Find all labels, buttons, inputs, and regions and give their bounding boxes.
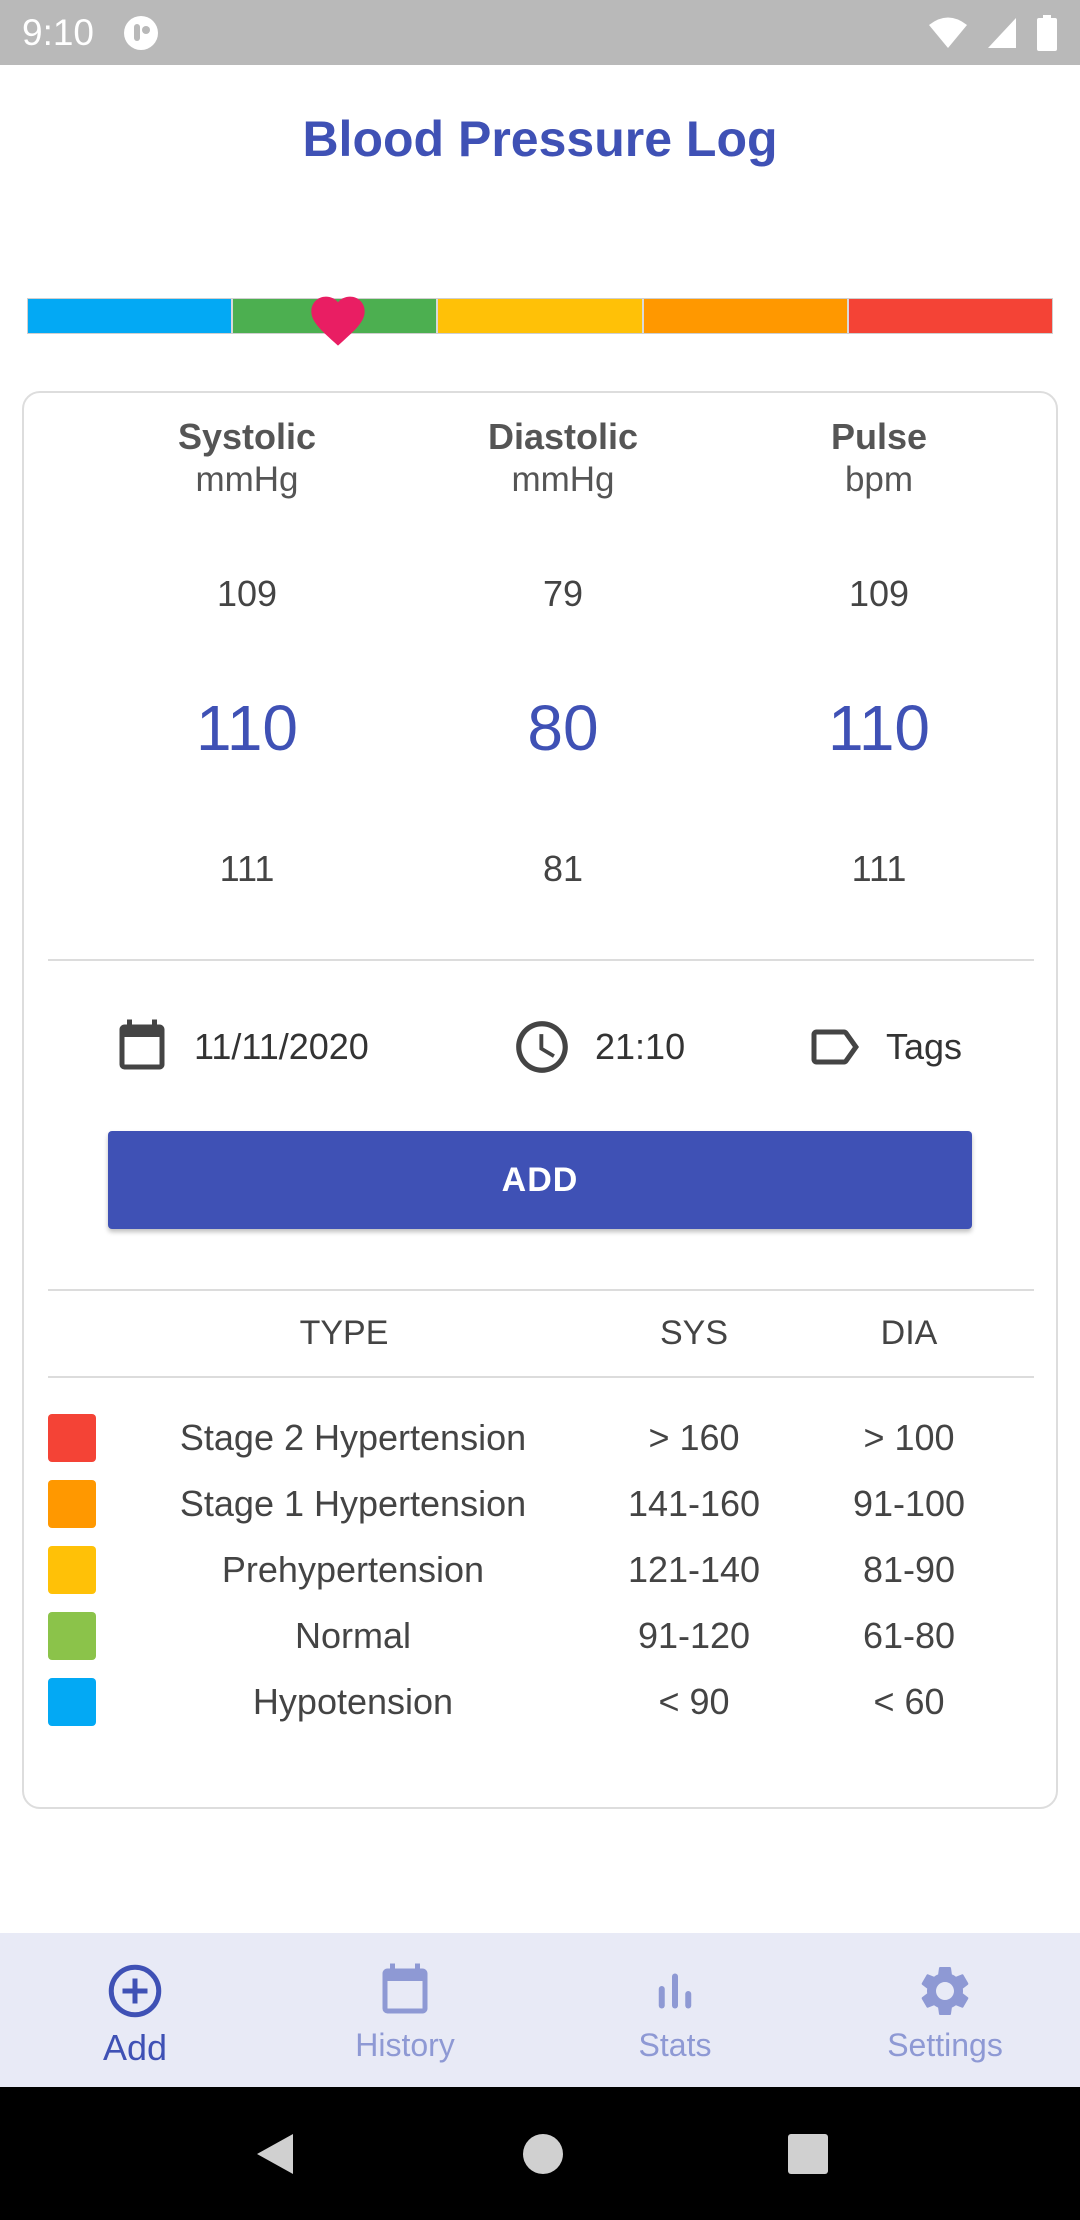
category-color-swatch <box>48 1678 96 1726</box>
table-header-dia: DIA <box>880 1314 938 1352</box>
pulse-unit: bpm <box>844 460 914 499</box>
table-row: Prehypertension 121-140 81-90 <box>24 1537 1060 1603</box>
category-sys: 121-140 <box>627 1549 761 1590</box>
nav-history[interactable]: History <box>270 1933 540 2087</box>
calendar-icon <box>119 1019 165 1070</box>
table-header-type: TYPE <box>299 1314 389 1352</box>
date-selector[interactable]: 11/11/2020 <box>112 1015 369 1079</box>
systolic-prev-value[interactable]: 109 <box>97 573 397 615</box>
bar-chart-icon <box>658 1973 692 2009</box>
heart-icon <box>311 296 365 346</box>
add-circle-icon <box>108 1964 162 2018</box>
scale-segment-hypotension <box>28 299 232 333</box>
pulse-next-value[interactable]: 111 <box>729 848 1029 890</box>
systolic-unit: mmHg <box>195 460 299 499</box>
scale-segment-prehypertension <box>436 299 642 333</box>
status-time: 9:10 <box>22 11 95 53</box>
category-type: Prehypertension <box>221 1549 485 1590</box>
screen: 9:10 Blood Pressure Log Systolic mmHg 10… <box>0 0 1080 2220</box>
divider <box>48 959 1034 961</box>
table-row: Stage 2 Hypertension > 160 > 100 <box>24 1405 1060 1471</box>
category-type: Stage 2 Hypertension <box>179 1417 527 1458</box>
pulse-current-value[interactable]: 110 <box>729 691 1029 765</box>
diastolic-prev-value[interactable]: 79 <box>413 573 713 615</box>
category-color-swatch <box>48 1546 96 1594</box>
systolic-next-value[interactable]: 111 <box>97 848 397 890</box>
table-row: Normal 91-120 61-80 <box>24 1603 1060 1669</box>
pulse-label: Pulse <box>830 416 928 457</box>
category-dia: 61-80 <box>862 1615 956 1656</box>
bottom-navigation: Add History Stats Settings <box>0 1933 1080 2087</box>
category-dia: 81-90 <box>862 1549 956 1590</box>
table-row: Stage 1 Hypertension 141-160 91-100 <box>24 1471 1060 1537</box>
diastolic-unit: mmHg <box>511 460 615 499</box>
table-header-sys: SYS <box>659 1314 729 1352</box>
category-dia: > 100 <box>863 1417 955 1458</box>
table-row: Hypotension < 90 < 60 <box>24 1669 1060 1735</box>
system-navigation-bar <box>0 2087 1080 2220</box>
category-sys: 141-160 <box>627 1483 761 1524</box>
divider <box>48 1376 1034 1378</box>
add-button[interactable]: ADD <box>108 1131 972 1229</box>
category-dia: < 60 <box>873 1681 945 1722</box>
status-bar: 9:10 <box>0 0 1080 65</box>
clock-icon <box>516 1021 568 1073</box>
systolic-label: Systolic <box>177 416 317 457</box>
nav-add-label: Add <box>102 2027 168 2068</box>
bp-scale-bar <box>27 298 1053 334</box>
scale-segment-stage1 <box>641 299 847 333</box>
category-type: Hypotension <box>252 1681 454 1722</box>
nav-settings[interactable]: Settings <box>810 1933 1080 2087</box>
page-title: Blood Pressure Log <box>302 111 778 167</box>
wifi-icon <box>928 16 968 50</box>
time-selector[interactable]: 21:10 <box>511 1015 685 1079</box>
category-color-swatch <box>48 1480 96 1528</box>
tags-selector[interactable]: Tags <box>804 1015 962 1079</box>
recents-icon[interactable] <box>787 2133 829 2175</box>
pulse-prev-value[interactable]: 109 <box>729 573 1029 615</box>
entry-card: Systolic mmHg 109 110 111 Diastolic mmHg… <box>22 391 1058 1809</box>
back-icon[interactable] <box>251 2130 299 2178</box>
home-icon[interactable] <box>522 2133 564 2175</box>
category-sys: 91-120 <box>637 1615 751 1656</box>
nav-history-label: History <box>355 2027 455 2063</box>
category-type: Normal <box>294 1615 411 1656</box>
category-sys: < 90 <box>658 1681 730 1722</box>
label-tag-icon <box>811 1029 859 1065</box>
gear-icon <box>921 1967 969 2015</box>
cell-signal-icon <box>986 16 1018 50</box>
tags-label: Tags <box>886 1026 963 1067</box>
diastolic-label: Diastolic <box>487 416 639 457</box>
scale-segment-stage2 <box>846 299 1053 333</box>
app-notification-icon <box>122 14 160 52</box>
nav-add[interactable]: Add <box>0 1933 270 2087</box>
date-value: 11/11/2020 <box>194 1026 369 1067</box>
diastolic-current-value[interactable]: 80 <box>413 691 713 765</box>
calendar-icon <box>382 1963 428 2014</box>
category-color-swatch <box>48 1414 96 1462</box>
nav-stats[interactable]: Stats <box>540 1933 810 2087</box>
category-color-swatch <box>48 1612 96 1660</box>
time-value: 21:10 <box>595 1026 686 1067</box>
category-sys: > 160 <box>648 1417 740 1458</box>
nav-settings-label: Settings <box>887 2027 1003 2063</box>
diastolic-next-value[interactable]: 81 <box>413 848 713 890</box>
divider <box>48 1289 1034 1291</box>
systolic-current-value[interactable]: 110 <box>97 691 397 765</box>
category-type: Stage 1 Hypertension <box>179 1483 527 1524</box>
nav-stats-label: Stats <box>638 2027 712 2063</box>
category-dia: 91-100 <box>852 1483 966 1524</box>
battery-icon <box>1036 14 1058 51</box>
